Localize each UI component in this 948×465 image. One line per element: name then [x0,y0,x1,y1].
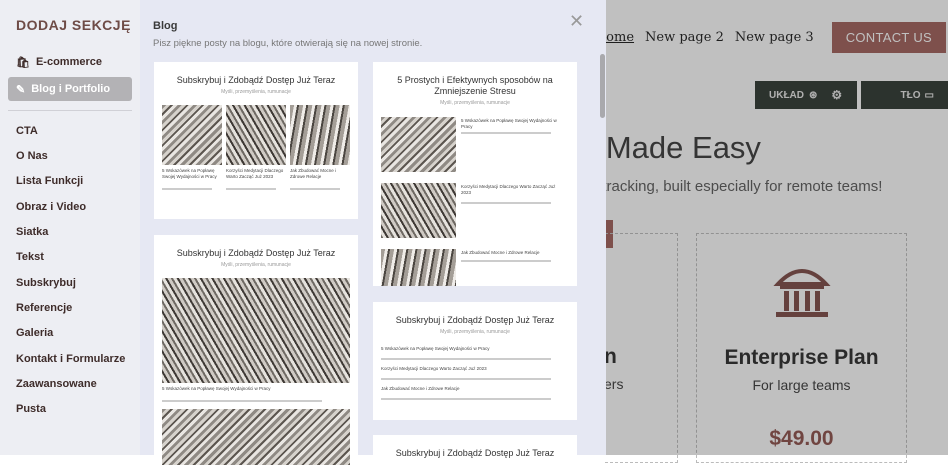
text-line [461,260,551,262]
section-subskrybuj[interactable]: Subskrybuj [16,277,76,289]
post-title: Jak Zbudować Mocne i Zdrowe Relacje [381,386,460,391]
template-title: 5 Prostych i Efektywnych sposobów na Zmn… [397,75,553,96]
post-title: 5 Wskazówek na Popławę Swojej Wydajności… [381,346,490,351]
template-card[interactable]: Subskrybuj i Zdobądź Dostęp Już Teraz [373,435,577,465]
section-galeria[interactable]: Galeria [16,327,53,339]
sidebar-heading: DODAJ SEKCJĘ [16,17,131,33]
category-ecommerce[interactable]: 🛍 E-commerce [8,50,132,74]
panel-title: Blog [153,20,178,32]
add-section-sidebar: DODAJ SEKCJĘ 🛍 E-commerce ✎ Blog i Portf… [0,0,140,455]
section-referencje[interactable]: Referencje [16,302,72,314]
text-line [162,188,212,190]
blog-image [381,183,456,238]
text-line [226,188,276,190]
section-cta[interactable]: CTA [16,125,38,137]
section-obraz-video[interactable]: Obraz i Video [16,201,86,213]
blog-image [226,105,286,165]
category-label: E-commerce [35,56,103,68]
blog-image [381,117,456,172]
template-subtitle: Myśli, przemyślenia, rumunacje [221,262,291,268]
blog-image [290,105,350,165]
template-card[interactable]: Subskrybuj i Zdobądź Dostęp Już Teraz My… [154,62,358,219]
blog-image [381,249,456,286]
text-line [461,202,551,204]
text-line [381,398,551,400]
text-line [381,358,551,360]
post-title: Jak Zbudować Mocne i Zdrowe Relacje [461,250,540,255]
template-subtitle: Myśli, przemyślenia, rumunacje [221,89,291,95]
bag-icon: 🛍 [16,56,30,69]
section-lista-funkcji[interactable]: Lista Funkcji [16,175,83,187]
scrollbar[interactable] [600,54,605,118]
category-label: Blog i Portfolio [31,83,111,95]
post-title: Korzyści Medytacji Dlaczego Warto Zacząć… [381,366,487,371]
template-title: Subskrybuj i Zdobądź Dostęp Już Teraz [395,448,555,458]
category-blog-portfolio[interactable]: ✎ Blog i Portfolio [8,77,132,101]
template-title: Subskrybuj i Zdobądź Dostęp Już Teraz [176,248,336,258]
post-title: 5 Wskazówek na Popławę Swojej Wydajności… [461,118,557,129]
post-title: Korzyści Medytacji Dlaczego Warto Zacząć… [461,184,556,195]
section-o-nas[interactable]: O Nas [16,150,48,162]
section-tekst[interactable]: Tekst [16,251,44,263]
close-icon[interactable]: ✕ [569,12,584,30]
panel-description: Pisz piękne posty na blogu, które otwier… [153,38,423,49]
section-siatka[interactable]: Siatka [16,226,48,238]
blog-image [162,105,222,165]
post-title: 5 Wskazówek na Popławę Swojej Wydajności… [162,168,217,179]
template-card[interactable]: 5 Prostych i Efektywnych sposobów na Zmn… [373,62,577,286]
post-title: 5 Wskazówek na Popławę Swojej Wydajności… [162,386,271,391]
blog-templates-panel: Blog Pisz piękne posty na blogu, które o… [140,0,606,465]
post-title: Jak Zbudować Mocne i Zdrowe Relacje [290,168,337,179]
template-subtitle: Myśli, przemyślenia, rumunacje [440,329,510,335]
text-line [290,188,340,190]
section-pusta[interactable]: Pusta [16,403,46,415]
text-line [381,378,551,380]
template-card[interactable]: Subskrybuj i Zdobądź Dostęp Już Teraz My… [373,302,577,420]
blog-image [162,278,350,383]
edit-icon: ✎ [16,83,26,96]
template-card[interactable]: Subskrybuj i Zdobądź Dostęp Już Teraz My… [154,235,358,465]
template-title: Subskrybuj i Zdobądź Dostęp Już Teraz [176,75,336,85]
text-line [461,132,551,134]
section-kontakt[interactable]: Kontakt i Formularze [16,353,125,365]
template-subtitle: Myśli, przemyślenia, rumunacje [440,100,510,106]
text-line [162,400,322,402]
section-zaawansowane[interactable]: Zaawansowane [16,378,97,390]
template-title: Subskrybuj i Zdobądź Dostęp Już Teraz [395,315,555,325]
post-title: Korzyści Medytacji Dlaczego Warto Zacząć… [226,168,284,179]
divider [8,110,132,111]
blog-image [162,409,350,465]
